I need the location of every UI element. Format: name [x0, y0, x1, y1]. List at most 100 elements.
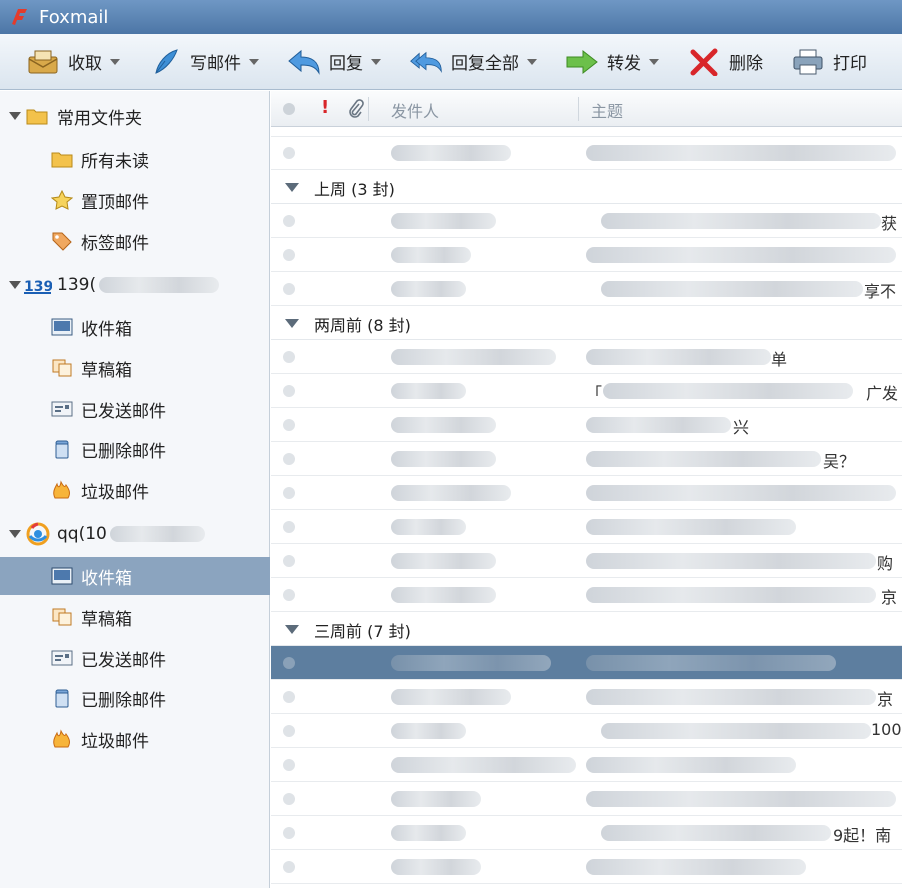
- table-row[interactable]: [271, 748, 902, 782]
- collapse-icon[interactable]: [285, 319, 299, 328]
- priority-column-icon[interactable]: !: [321, 97, 329, 118]
- table-row[interactable]: [271, 510, 902, 544]
- table-row[interactable]: 「 广发: [271, 374, 902, 408]
- unread-dot-icon[interactable]: [283, 793, 295, 805]
- unread-dot-icon[interactable]: [283, 691, 295, 703]
- table-row[interactable]: 9起！南: [271, 816, 902, 850]
- compose-button[interactable]: 写邮件: [144, 42, 263, 82]
- redacted-sender: [391, 281, 466, 297]
- folder-junk[interactable]: 垃圾邮件: [0, 720, 270, 758]
- subject-column-header[interactable]: 主题: [591, 98, 623, 122]
- table-row[interactable]: [271, 136, 902, 170]
- reply-all-button[interactable]: 回复全部: [405, 42, 541, 82]
- read-dot-icon[interactable]: [283, 657, 295, 669]
- folder-drafts[interactable]: 草稿箱: [0, 598, 270, 636]
- folder-inbox-selected[interactable]: 收件箱: [0, 557, 270, 595]
- read-status-column-icon[interactable]: [283, 103, 295, 115]
- table-row[interactable]: 吴？: [271, 442, 902, 476]
- unread-dot-icon[interactable]: [283, 215, 295, 227]
- unread-dot-icon[interactable]: [283, 759, 295, 771]
- foxmail-logo-icon: [12, 9, 27, 25]
- folder-junk[interactable]: 垃圾邮件: [0, 471, 270, 509]
- table-row[interactable]: 兴: [271, 408, 902, 442]
- redacted-subject: [586, 587, 876, 603]
- folder-label: 已删除邮件: [81, 690, 166, 711]
- table-row-selected[interactable]: [271, 646, 902, 680]
- group-header-three-weeks-ago[interactable]: 三周前 (7 封): [271, 612, 902, 646]
- table-row[interactable]: 购: [271, 544, 902, 578]
- reply-button[interactable]: 回复: [283, 42, 385, 82]
- collapse-icon[interactable]: [9, 530, 21, 538]
- unread-dot-icon[interactable]: [283, 249, 295, 261]
- folder-deleted[interactable]: 已删除邮件: [0, 430, 270, 468]
- folder-sent[interactable]: 已发送邮件: [0, 390, 270, 428]
- attachment-column-icon[interactable]: [348, 99, 364, 119]
- table-row[interactable]: [271, 476, 902, 510]
- group-header-two-weeks-ago[interactable]: 两周前 (8 封): [271, 306, 902, 340]
- folder-deleted[interactable]: 已删除邮件: [0, 679, 270, 717]
- account-139[interactable]: 139 139(: [0, 266, 270, 304]
- table-row[interactable]: 单: [271, 340, 902, 374]
- folder-pinned[interactable]: 置顶邮件: [0, 181, 270, 219]
- folder-label: 已发送邮件: [81, 401, 166, 422]
- table-row[interactable]: 京: [271, 578, 902, 612]
- folder-icon: [51, 152, 73, 168]
- receive-dropdown-icon[interactable]: [110, 58, 120, 65]
- redacted-subject: [586, 485, 896, 501]
- mail-list: ! 发件人 主题 上周 (3 封) 获 享不 两周前 (8 封) 单 「 广发 …: [271, 91, 902, 888]
- redacted-subject: [586, 791, 896, 807]
- unread-dot-icon[interactable]: [283, 283, 295, 295]
- table-row[interactable]: [271, 238, 902, 272]
- table-row[interactable]: [271, 850, 902, 884]
- table-row[interactable]: 京: [271, 680, 902, 714]
- forward-button[interactable]: 转发: [561, 42, 663, 82]
- redacted-subject: [586, 145, 896, 161]
- print-button[interactable]: 打印: [787, 42, 871, 82]
- compose-dropdown-icon[interactable]: [249, 58, 259, 65]
- receive-button[interactable]: 收取: [22, 42, 124, 82]
- account-label: 139(: [57, 275, 220, 295]
- unread-dot-icon[interactable]: [283, 725, 295, 737]
- sender-column-header[interactable]: 发件人: [391, 98, 439, 122]
- redacted-sender: [391, 655, 551, 671]
- folder-tagged[interactable]: 标签邮件: [0, 222, 270, 260]
- redacted-sender: [391, 247, 471, 263]
- unread-dot-icon[interactable]: [283, 521, 295, 533]
- delete-button[interactable]: 删除: [683, 42, 767, 82]
- unread-dot-icon[interactable]: [283, 555, 295, 567]
- redacted-subject: [586, 757, 796, 773]
- folder-label: 已发送邮件: [81, 650, 166, 671]
- collapse-icon[interactable]: [285, 183, 299, 192]
- redacted-sender: [391, 553, 496, 569]
- table-row[interactable]: 100: [271, 714, 902, 748]
- collapse-icon[interactable]: [9, 112, 21, 120]
- table-row[interactable]: 获: [271, 204, 902, 238]
- collapse-icon[interactable]: [285, 625, 299, 634]
- folder-inbox[interactable]: 收件箱: [0, 308, 270, 346]
- collapse-icon[interactable]: [9, 281, 21, 289]
- favorites-group[interactable]: 常用文件夹: [0, 97, 270, 135]
- unread-dot-icon[interactable]: [283, 419, 295, 431]
- unread-dot-icon[interactable]: [283, 351, 295, 363]
- folder-sent[interactable]: 已发送邮件: [0, 639, 270, 677]
- folder-drafts[interactable]: 草稿箱: [0, 349, 270, 387]
- forward-dropdown-icon[interactable]: [649, 58, 659, 65]
- redacted-subject: [603, 383, 853, 399]
- unread-dot-icon[interactable]: [283, 385, 295, 397]
- unread-dot-icon[interactable]: [283, 453, 295, 465]
- unread-dot-icon[interactable]: [283, 861, 295, 873]
- folder-all-unread[interactable]: 所有未读: [0, 140, 270, 178]
- group-label: 两周前 (8 封): [314, 316, 411, 335]
- account-qq[interactable]: qq(10: [0, 515, 270, 553]
- unread-dot-icon[interactable]: [283, 589, 295, 601]
- table-row[interactable]: 享不: [271, 272, 902, 306]
- table-row[interactable]: [271, 782, 902, 816]
- redacted-subject: [586, 451, 821, 467]
- unread-dot-icon[interactable]: [283, 147, 295, 159]
- reply-all-dropdown-icon[interactable]: [527, 58, 537, 65]
- group-header-last-week[interactable]: 上周 (3 封): [271, 170, 902, 204]
- reply-all-label: 回复全部: [451, 54, 519, 74]
- unread-dot-icon[interactable]: [283, 487, 295, 499]
- unread-dot-icon[interactable]: [283, 827, 295, 839]
- reply-dropdown-icon[interactable]: [371, 58, 381, 65]
